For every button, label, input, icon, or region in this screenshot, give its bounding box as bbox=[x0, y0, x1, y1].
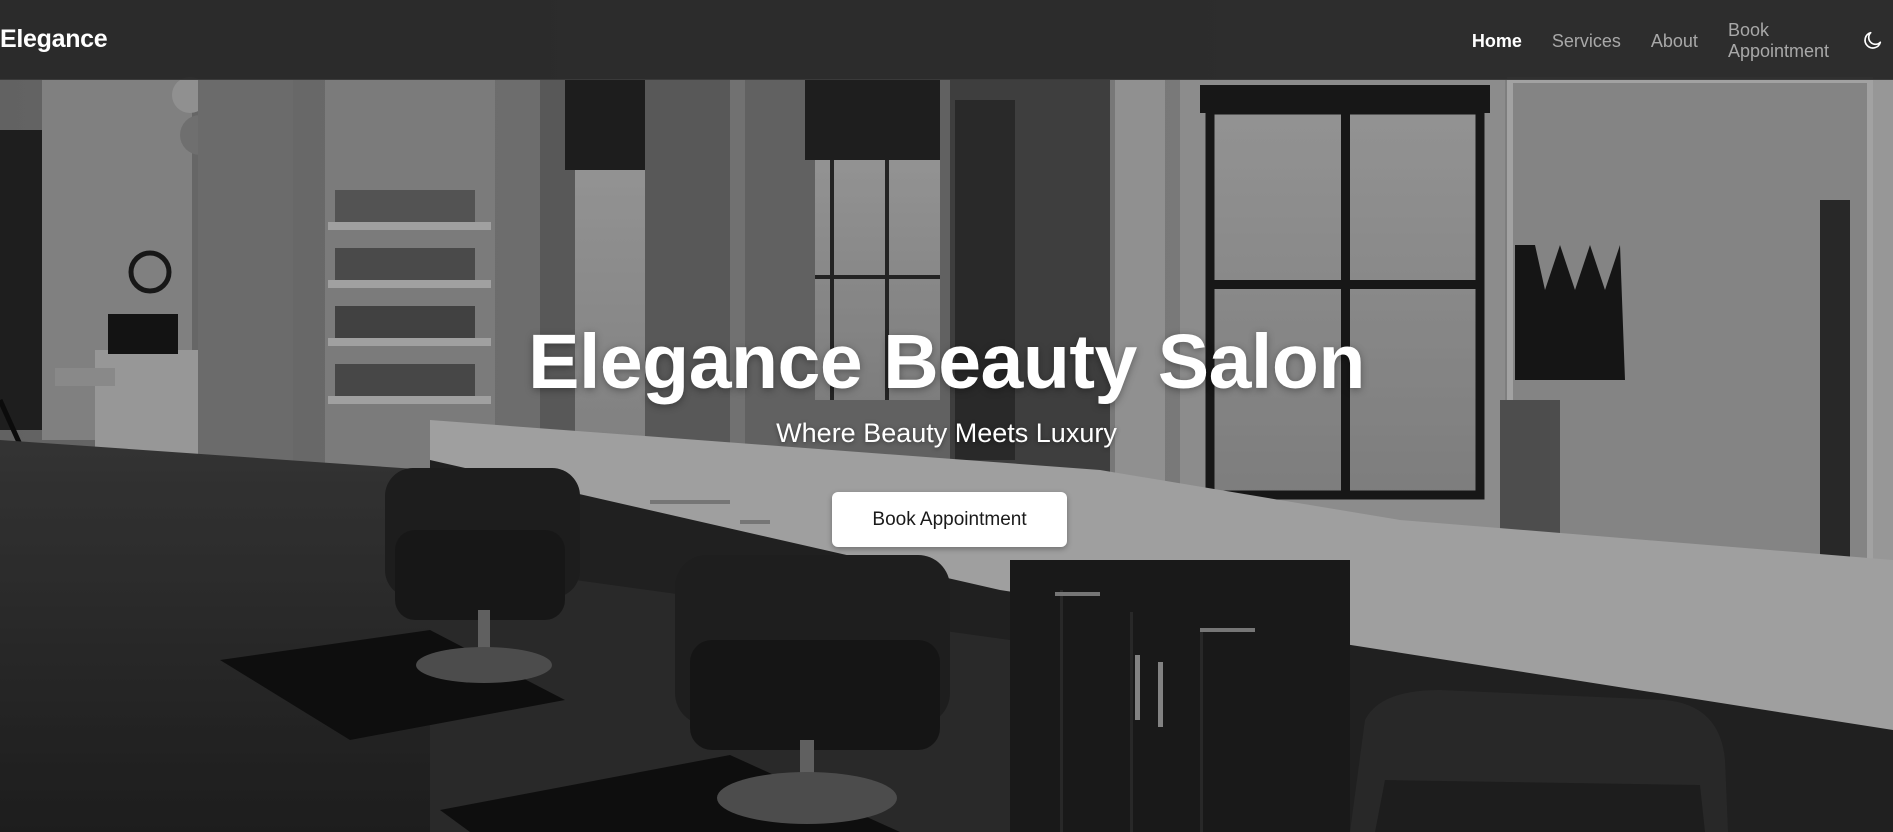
theme-toggle-button[interactable] bbox=[1859, 26, 1887, 54]
nav-link-services[interactable]: Services bbox=[1552, 31, 1621, 52]
top-navbar: Elegance Home Services About Book Appoin… bbox=[0, 0, 1893, 80]
hero-background bbox=[0, 0, 1893, 832]
hero-overlay bbox=[0, 0, 1893, 832]
brand-logo[interactable]: Elegance bbox=[0, 25, 108, 54]
nav-link-home[interactable]: Home bbox=[1472, 31, 1522, 52]
moon-icon bbox=[1864, 31, 1882, 49]
book-appointment-button[interactable]: Book Appointment bbox=[832, 492, 1067, 547]
nav-link-book-appointment[interactable]: Book Appointment bbox=[1728, 20, 1829, 62]
nav-link-about[interactable]: About bbox=[1651, 31, 1698, 52]
nav-links: Home Services About Book Appointment bbox=[1442, 20, 1829, 61]
